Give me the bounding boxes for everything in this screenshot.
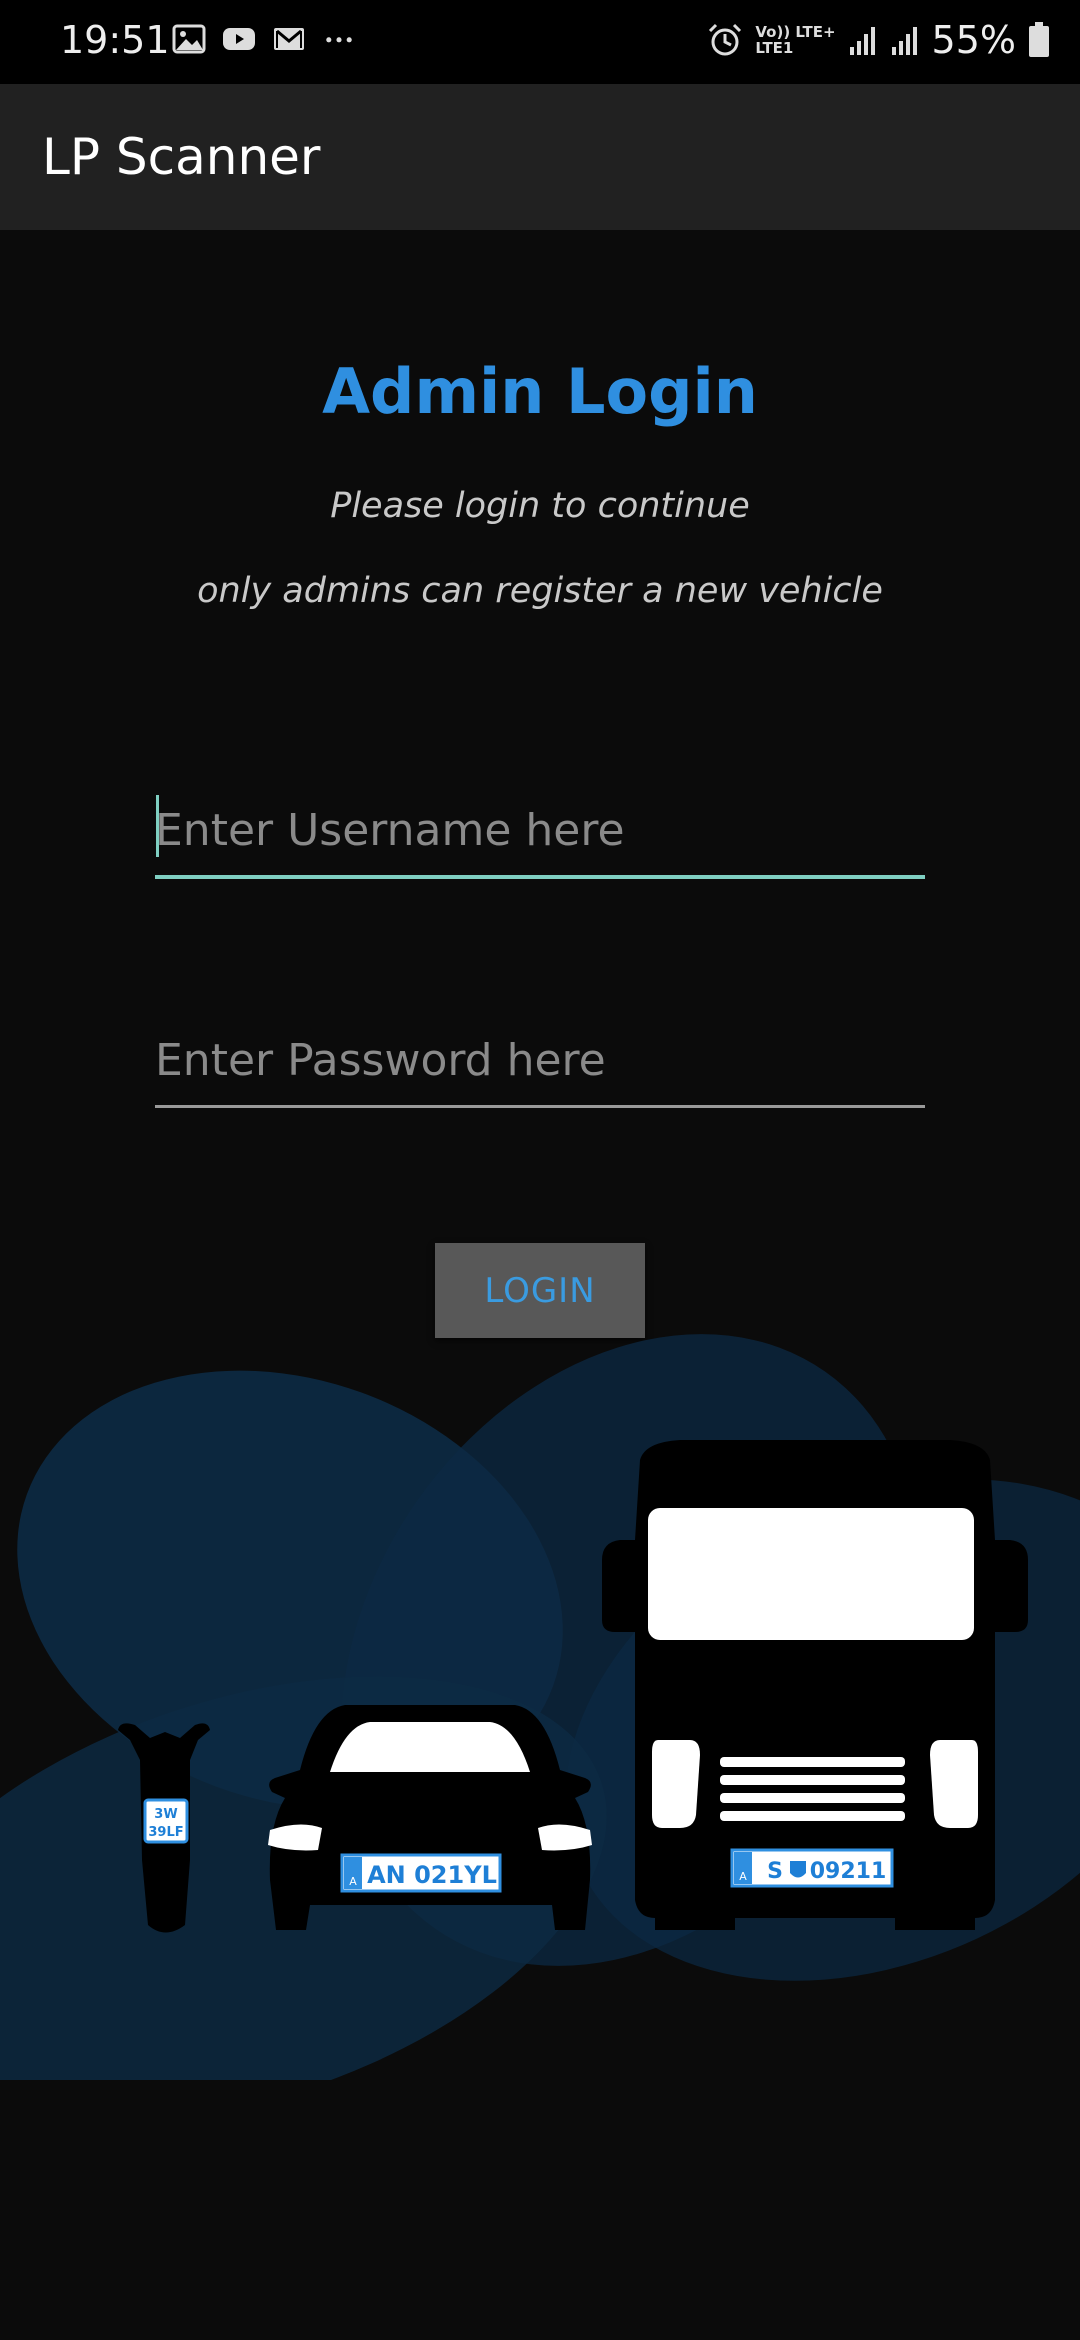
app-bar: LP Scanner bbox=[0, 84, 1080, 230]
status-time: 19:51 bbox=[60, 18, 170, 62]
subtitle-admin-note: only admins can register a new vehicle bbox=[197, 571, 883, 611]
status-bar: 19:51 Vo)) LTE+ LTE1 55% bbox=[0, 0, 1080, 84]
vehicles-illustration: 3W 39LF A AN 021YL A S 09211 bbox=[0, 1334, 1080, 2080]
truck-plate-prefix: S bbox=[767, 1859, 783, 1884]
network-type: Vo)) LTE+ LTE1 bbox=[755, 23, 836, 57]
battery-icon bbox=[1029, 22, 1049, 57]
password-input[interactable] bbox=[155, 1015, 925, 1108]
app-title: LP Scanner bbox=[42, 128, 321, 186]
more-icon bbox=[326, 37, 352, 43]
page-title: Admin Login bbox=[322, 355, 758, 428]
shield-icon bbox=[790, 1861, 806, 1878]
truck-plate-number: 09211 bbox=[810, 1859, 887, 1884]
car-plate-number: AN 021YL bbox=[367, 1861, 497, 1889]
text-cursor bbox=[156, 795, 159, 857]
signal-icon bbox=[849, 27, 875, 55]
image-icon bbox=[172, 24, 206, 54]
signal-icon bbox=[891, 27, 917, 55]
youtube-icon bbox=[223, 28, 255, 50]
system-status: Vo)) LTE+ LTE1 55% bbox=[707, 18, 1050, 62]
truck-icon: A S 09211 bbox=[602, 1440, 1028, 1930]
battery-percent: 55% bbox=[931, 18, 1016, 62]
motorcycle-plate-line1: 3W bbox=[154, 1807, 177, 1822]
alarm-icon bbox=[709, 23, 742, 56]
car-icon: A AN 021YL bbox=[268, 1705, 592, 1930]
username-input[interactable] bbox=[155, 785, 925, 879]
truck-plate-country: A bbox=[739, 1870, 747, 1883]
motorcycle-plate-line2: 39LF bbox=[148, 1825, 183, 1840]
gmail-icon bbox=[274, 28, 304, 50]
notification-icons bbox=[172, 24, 356, 54]
car-plate-country: A bbox=[349, 1875, 357, 1888]
subtitle-login: Please login to continue bbox=[330, 486, 750, 526]
